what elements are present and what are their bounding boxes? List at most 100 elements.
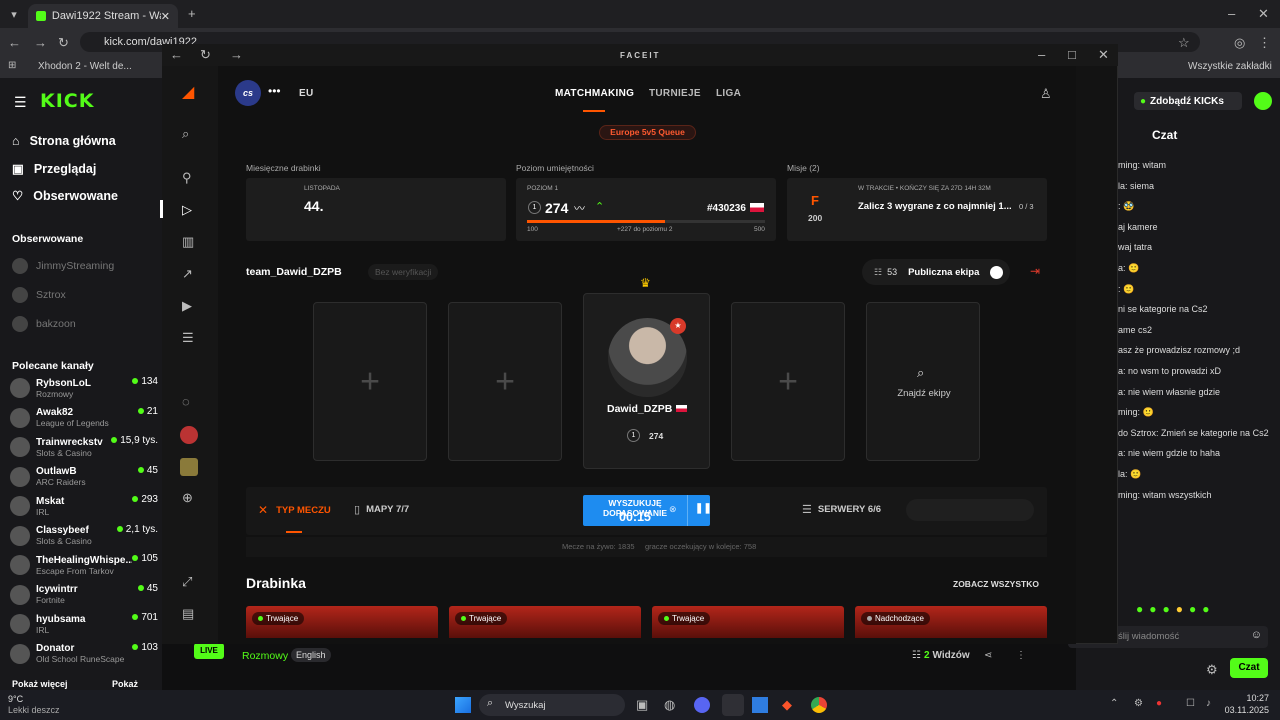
profile-icon[interactable]: ◎	[1234, 35, 1245, 51]
stream-lang-tag[interactable]: English	[291, 648, 331, 662]
task-view-icon[interactable]: ▣	[636, 697, 648, 713]
more-icon[interactable]: ⋮	[1016, 650, 1026, 661]
expand-icon[interactable]: ⤢	[182, 574, 192, 590]
all-bookmarks[interactable]: Wszystkie zakładki	[1188, 61, 1272, 72]
club-avatar-icon[interactable]	[180, 426, 198, 444]
taskbar-search[interactable]: ⌕ Wyszukaj	[479, 694, 625, 716]
more-dots-icon[interactable]: •••	[268, 84, 281, 98]
back-icon[interactable]: ←	[8, 35, 21, 50]
bookmark-star-icon[interactable]: ☆	[1178, 35, 1190, 51]
channel-item[interactable]: Mskat IRL 293	[10, 492, 160, 520]
channel-item[interactable]: TheHealingWhispe... Escape From Tarkov 105	[10, 551, 160, 579]
see-all-link[interactable]: ZOBACZ WSZYSTKO	[953, 579, 1039, 589]
network-icon[interactable]: ☐	[1186, 698, 1195, 709]
cs-game-icon[interactable]: cs	[235, 80, 261, 106]
play-icon[interactable]: ▷	[182, 202, 192, 218]
nav-browse[interactable]: ▣ Przeglądaj	[12, 161, 96, 177]
faceit-back-icon[interactable]: ←	[170, 47, 183, 62]
stats-icon[interactable]: ↗	[182, 266, 193, 282]
shop-icon[interactable]: ♙	[1040, 86, 1052, 102]
channel-item[interactable]: OutlawB ARC Raiders 45	[10, 463, 160, 491]
emoji-icon[interactable]: ☺	[1251, 629, 1262, 641]
game-avatar-icon[interactable]	[180, 458, 198, 476]
search-icon[interactable]: ⌕	[182, 126, 189, 142]
video-icon[interactable]: ▶	[182, 298, 192, 314]
browser-tab[interactable]: Dawi1922 Stream - Watch Live ✕	[28, 4, 178, 28]
minimize-icon[interactable]: –	[1228, 6, 1235, 21]
chrome-icon[interactable]	[811, 697, 827, 713]
ladder-card[interactable]: Nadchodzące	[855, 606, 1047, 638]
settings-icon[interactable]: ⚙	[1206, 662, 1218, 678]
ladder-card[interactable]: Trwające	[449, 606, 641, 638]
missions-card[interactable]: F 200 W TRAKCIE • KOŃCZY SIĘ ZA 27D 14H …	[787, 178, 1047, 241]
channel-item[interactable]: Icywintrr Fortnite 45	[10, 581, 160, 609]
hamburger-icon[interactable]: ☰	[14, 94, 27, 111]
emote-icon[interactable]: ●	[1176, 602, 1183, 620]
close-window-icon[interactable]: ✕	[1258, 6, 1269, 22]
channel-item[interactable]: RybsonLoL Rozmowy 134	[10, 374, 160, 402]
skill-level-card[interactable]: POZIOM 1 1 274 〰 ⌃ #430236 100 +227 do p…	[516, 178, 776, 241]
faceit-minimize-icon[interactable]: –	[1038, 47, 1045, 62]
empty-slot[interactable]: +	[731, 302, 845, 461]
empty-slot[interactable]: +	[448, 302, 562, 461]
editor-icon[interactable]	[752, 697, 768, 713]
searching-match-button[interactable]: WYSZUKUJĘ DOPASOWANIE 00:15 ❚❚ ⊗	[583, 495, 712, 526]
verify-badge[interactable]: Bez weryfikacji	[368, 264, 439, 280]
emote-icon[interactable]: ●	[1149, 602, 1156, 620]
forward-icon[interactable]: →	[34, 35, 47, 50]
tab-league[interactable]: LIGA	[716, 88, 741, 99]
faceit-close-icon[interactable]: ✕	[1098, 47, 1109, 63]
kick-logo[interactable]: KICK	[40, 90, 94, 112]
channel-item[interactable]: Donator Old School RuneScape 103	[10, 640, 160, 668]
emote-icon[interactable]: ●	[1189, 602, 1196, 620]
menu-icon[interactable]: ⋮	[1258, 35, 1271, 51]
kicks-button[interactable]: ● Zdobądź KICKs	[1134, 92, 1242, 110]
leaderboard-icon[interactable]: ▥	[182, 234, 194, 250]
stream-category[interactable]: Rozmowy	[242, 650, 288, 662]
reload-icon[interactable]: ↻	[58, 35, 69, 51]
followed-channel[interactable]: Sztrox	[12, 287, 66, 303]
bag-icon[interactable]: ▤	[182, 606, 194, 622]
tab-tournaments[interactable]: TURNIEJE	[649, 88, 701, 99]
windows-start-icon[interactable]	[455, 697, 471, 713]
faceit-maximize-icon[interactable]: □	[1068, 47, 1076, 62]
apps-icon[interactable]: ⊞	[8, 60, 16, 71]
ladder-card[interactable]: Trwające	[652, 606, 844, 638]
pause-icon[interactable]: ❚❚	[695, 503, 712, 514]
clock-time[interactable]: 10:27	[1231, 693, 1269, 703]
tab-search-icon[interactable]: ▾	[6, 6, 22, 22]
emote-icon[interactable]: ●	[1136, 602, 1143, 620]
hub-icon[interactable]: ◌	[182, 394, 190, 409]
emote-icon[interactable]: ●	[1202, 602, 1209, 620]
emote-avatar[interactable]	[1254, 92, 1272, 110]
channel-item[interactable]: Classybeef Slots & Casino 2,1 tys.	[10, 522, 160, 550]
tray-arrow-icon[interactable]: ⌃	[1110, 698, 1118, 709]
servers-button[interactable]: ☰ SERWERY 6/6	[802, 503, 881, 516]
nav-home[interactable]: ⌂ Strona główna	[12, 134, 116, 148]
player-card[interactable]: ★ Dawid_DZPB 1 274	[583, 293, 710, 469]
cancel-search-icon[interactable]: ⊗	[669, 504, 677, 515]
faceit-reload-icon[interactable]: ↻	[200, 47, 211, 63]
tray-icon[interactable]: ⚙	[1134, 698, 1143, 709]
followed-channel[interactable]: JimmyStreaming	[12, 258, 114, 274]
volume-icon[interactable]: ♪	[1206, 698, 1211, 709]
followed-channel[interactable]: bakzoon	[12, 316, 76, 332]
monthly-ladder-card[interactable]: LISTOPADA 44.	[246, 178, 506, 241]
channel-item[interactable]: hyubsama IRL 701	[10, 610, 160, 638]
send-chat-button[interactable]: Czat	[1230, 658, 1268, 678]
channel-item[interactable]: Awak82 League of Legends 21	[10, 404, 160, 432]
discord-icon[interactable]	[694, 697, 710, 713]
region-label[interactable]: EU	[299, 88, 314, 99]
queue-badge[interactable]: Europe 5v5 Queue	[599, 125, 696, 140]
maps-button[interactable]: ▯ MAPY 7/7	[354, 503, 409, 516]
faceit-forward-icon[interactable]: →	[230, 47, 243, 62]
show-more-link[interactable]: Pokaż więcej	[12, 679, 68, 689]
find-players-icon[interactable]: ⚲	[182, 170, 192, 186]
emote-icon[interactable]: ●	[1163, 602, 1170, 620]
find-teams-slot[interactable]: ⌕ Znajdź ekipy	[866, 302, 980, 461]
weather-temp[interactable]: 9°C	[8, 694, 23, 704]
mic-icon[interactable]: ●	[1156, 698, 1162, 709]
add-circle-icon[interactable]: ⊕	[182, 490, 193, 506]
app-icon[interactable]: ◍	[664, 697, 675, 713]
ladder-card[interactable]: Trwające	[246, 606, 438, 638]
